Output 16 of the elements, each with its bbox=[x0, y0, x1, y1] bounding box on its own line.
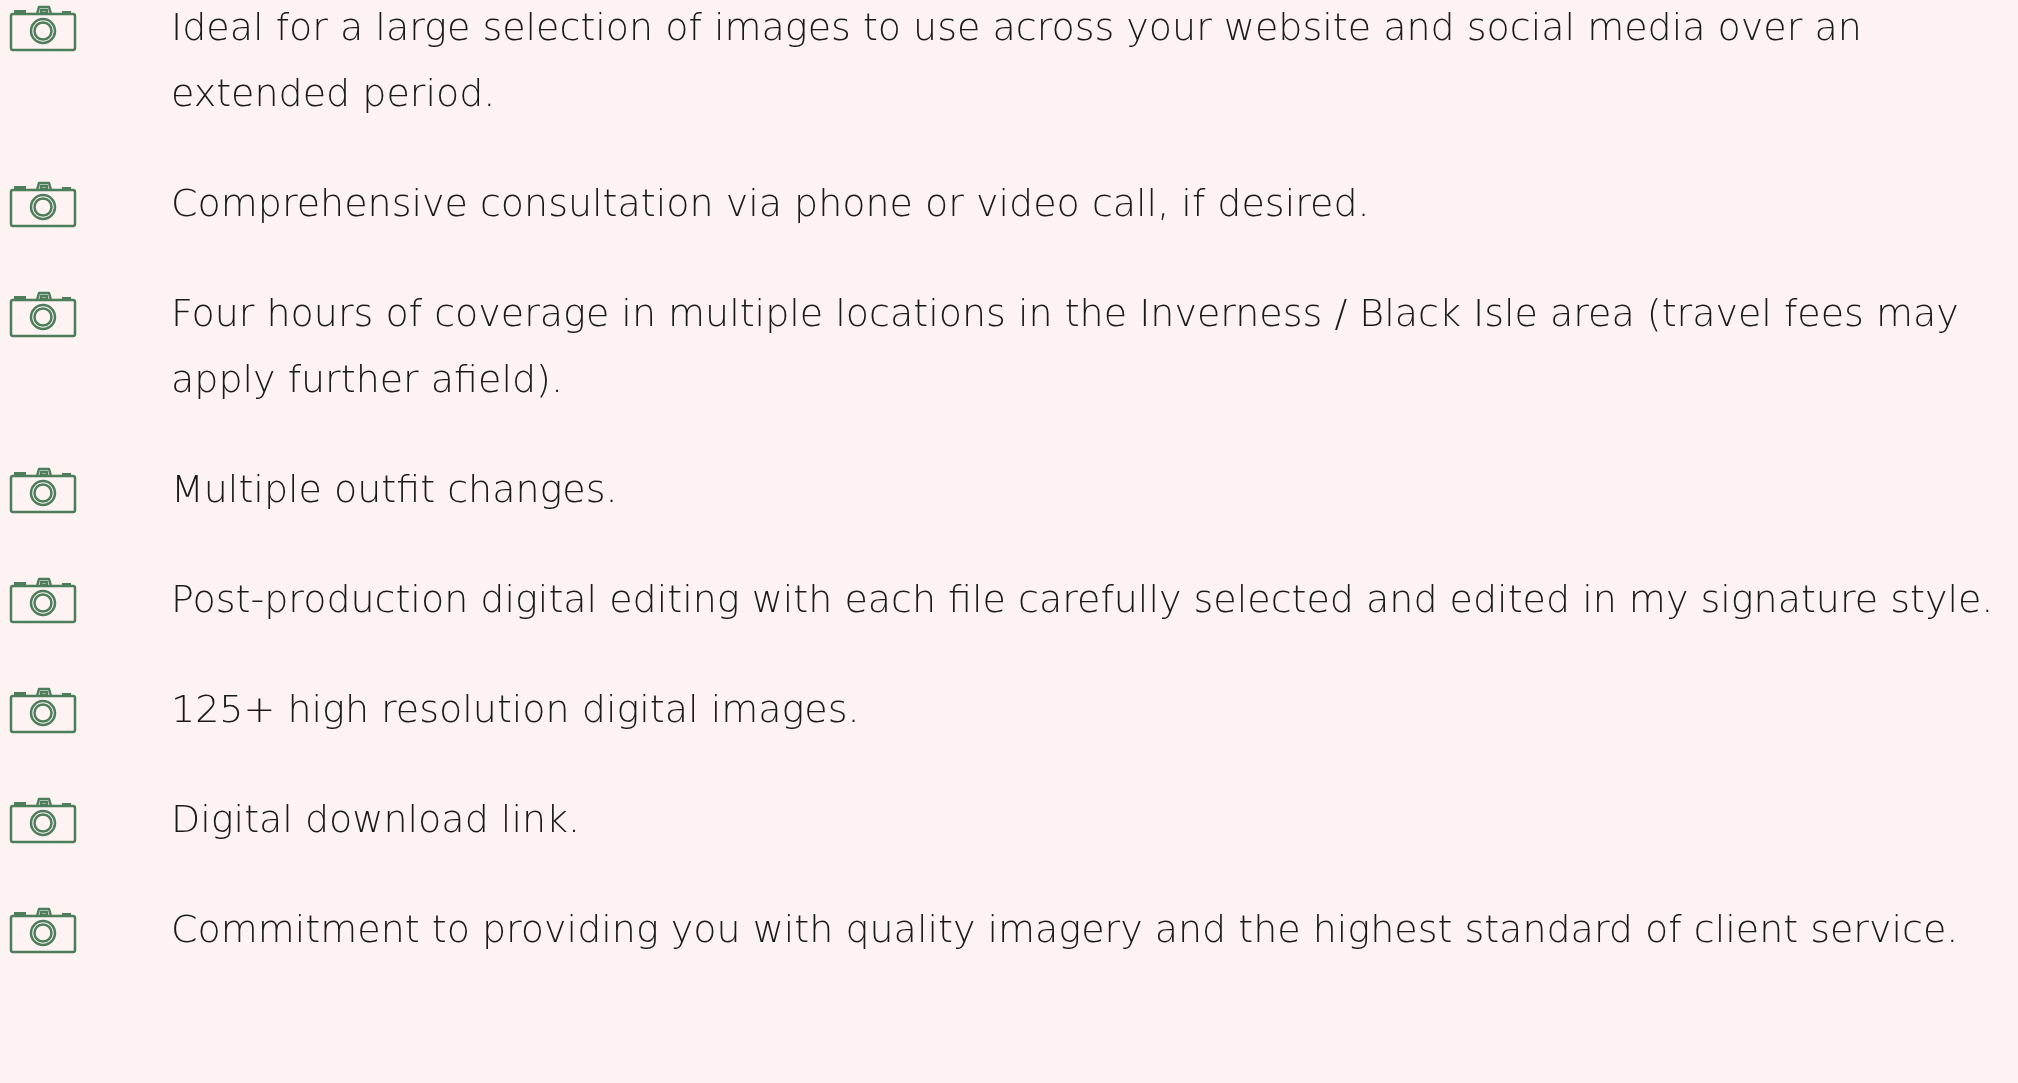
camera-icon bbox=[9, 686, 77, 734]
feature-text: Four hours of coverage in multiple locations in the Inverness / Black Isle area (travel fees may apply further afield). bbox=[171, 290, 1960, 403]
feature-text: Post-production digital editing with each file carefully selected and edited in my signature style. bbox=[171, 576, 1995, 623]
camera-icon bbox=[9, 796, 77, 844]
camera-icon bbox=[9, 576, 77, 624]
feature-text: 125+ high resolution digital images. bbox=[171, 686, 861, 733]
camera-icon bbox=[9, 180, 77, 228]
feature-text: Multiple outfit changes. bbox=[171, 466, 619, 513]
feature-text: Commitment to providing you with quality imagery and the highest standard of client service. bbox=[171, 906, 1960, 953]
camera-icon bbox=[9, 906, 77, 954]
feature-text: Digital download link. bbox=[171, 796, 582, 843]
camera-icon bbox=[9, 466, 77, 514]
camera-icon bbox=[9, 4, 77, 52]
feature-text: Ideal for a large selection of images to use across your website and social media over an extended period. bbox=[171, 4, 1863, 117]
camera-icon bbox=[9, 290, 77, 338]
feature-text: Comprehensive consultation via phone or video call, if desired. bbox=[171, 180, 1371, 227]
